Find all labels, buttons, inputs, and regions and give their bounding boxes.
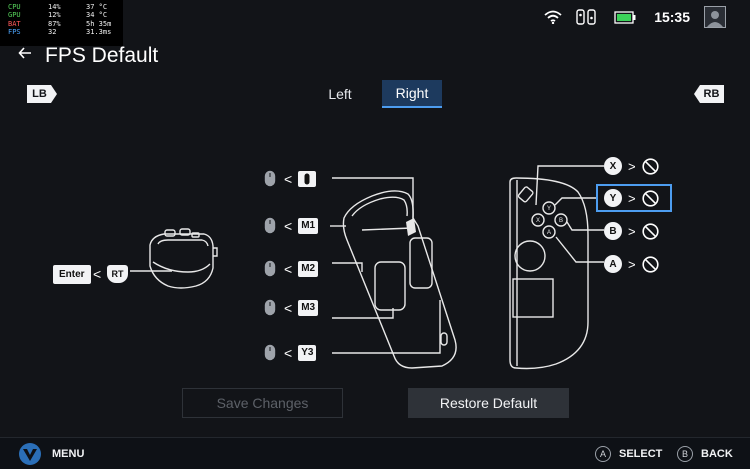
perf-row: GPU 12% 34 °C	[8, 11, 115, 19]
chevron-right-icon: >	[628, 223, 636, 239]
b-button-badge: B	[604, 222, 622, 240]
bottom-bar: MENU A SELECT B BACK	[0, 437, 750, 469]
face-mapping-a[interactable]: A >	[604, 255, 659, 273]
mapping-row-m1[interactable]: < M1	[264, 217, 319, 234]
hint-select[interactable]: A SELECT	[595, 446, 662, 462]
chevron-right-icon: >	[628, 158, 636, 174]
y-button-badge: Y	[604, 189, 622, 207]
key-y3: Y3	[298, 344, 317, 361]
key-m3: M3	[298, 299, 319, 316]
face-mapping-b[interactable]: B >	[604, 222, 659, 240]
x-button-badge: X	[604, 157, 622, 175]
perf-row: CPU 14% 37 °C	[8, 3, 115, 11]
perf-label: BAT	[8, 19, 21, 28]
disabled-icon	[641, 222, 659, 240]
chevron-left-icon: <	[284, 260, 293, 277]
chevron-left-icon: <	[284, 299, 293, 316]
a-glyph: A	[547, 230, 551, 236]
mouse-icon	[264, 170, 276, 187]
mouse-icon	[264, 344, 276, 361]
x-glyph: X	[536, 218, 540, 224]
perf-row: BAT 87% 5h 35m	[8, 20, 115, 28]
mapping-row-y3[interactable]: < Y3	[264, 344, 317, 361]
menu-label[interactable]: MENU	[52, 448, 84, 460]
perf-value: 32	[48, 28, 57, 37]
disabled-icon	[641, 189, 659, 207]
perf-row: FPS 32 31.3ms	[8, 28, 115, 36]
joycon-side-view	[330, 177, 457, 369]
a-button-icon: A	[595, 446, 611, 462]
perf-value: 31.3ms	[86, 28, 112, 37]
face-mapping-x[interactable]: X >	[604, 157, 659, 175]
joycon-front-view	[509, 165, 604, 370]
disabled-icon	[641, 255, 659, 273]
perf-value: 87%	[48, 19, 61, 28]
mapping-row-m3[interactable]: < M3	[264, 299, 319, 316]
menu-logo-icon[interactable]	[18, 442, 42, 466]
key-m1: M1	[298, 217, 319, 234]
mouse-icon	[264, 217, 276, 234]
scroll-wheel-icon	[298, 170, 317, 187]
restore-default-button[interactable]: Restore Default	[408, 388, 569, 418]
perf-label: CPU	[8, 3, 21, 11]
save-changes-button[interactable]: Save Changes	[182, 388, 343, 418]
disabled-icon	[641, 157, 659, 175]
enter-key[interactable]: Enter	[53, 265, 91, 284]
rt-button-badge[interactable]: RT	[107, 265, 128, 283]
perf-value: 14%	[48, 3, 61, 11]
b-button-icon: B	[677, 446, 693, 462]
performance-overlay: CPU 14% 37 °C GPU 12% 34 °C BAT 87% 5h 3…	[0, 0, 123, 46]
hint-back[interactable]: B BACK	[677, 446, 733, 462]
chevron-left-icon: <	[93, 266, 102, 282]
trigger-top-view	[130, 228, 218, 289]
mapping-row-wheel[interactable]: <	[264, 170, 317, 187]
perf-label: GPU	[8, 11, 21, 20]
perf-value: 5h 35m	[86, 19, 112, 28]
chevron-right-icon: >	[628, 190, 636, 206]
hint-label: BACK	[701, 448, 733, 460]
hint-label: SELECT	[619, 448, 663, 460]
perf-label: FPS	[8, 28, 21, 37]
mouse-icon	[264, 260, 276, 277]
b-glyph: B	[559, 218, 563, 224]
chevron-right-icon: >	[628, 256, 636, 272]
a-button-badge: A	[604, 255, 622, 273]
chevron-left-icon: <	[284, 344, 293, 361]
mapping-row-m2[interactable]: < M2	[264, 260, 319, 277]
mouse-icon	[264, 299, 276, 316]
perf-value: 12%	[48, 11, 61, 20]
face-mapping-y[interactable]: Y >	[596, 184, 672, 212]
y-glyph: Y	[547, 206, 551, 212]
chevron-left-icon: <	[284, 170, 293, 187]
key-m2: M2	[298, 260, 319, 277]
perf-value: 34 °C	[86, 11, 108, 20]
chevron-left-icon: <	[284, 217, 293, 234]
perf-value: 37 °C	[86, 3, 108, 11]
